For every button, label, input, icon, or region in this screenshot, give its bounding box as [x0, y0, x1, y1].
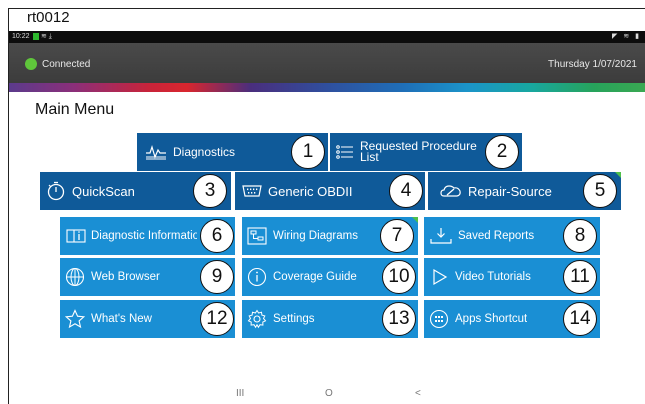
home-button[interactable]: O — [325, 388, 333, 399]
list-icon — [336, 145, 353, 159]
callout-badge-3: 3 — [193, 174, 227, 208]
apps-shortcut-label: Apps Shortcut — [455, 313, 528, 325]
globe-icon — [65, 267, 85, 287]
saved-reports-label: Saved Reports — [458, 230, 535, 242]
callout-badge-6: 6 — [200, 219, 234, 253]
download-tray-icon — [430, 228, 452, 244]
signal-battery-icons: ◤ ≋ ▮ — [612, 33, 641, 40]
info-circle-icon — [247, 267, 267, 287]
quickscan-label: QuickScan — [72, 183, 135, 199]
callout-badge-7: 7 — [380, 219, 414, 253]
diagnostic-information-label: Diagnostic Information — [91, 230, 197, 242]
diagnostics-label: Diagnostics — [173, 145, 236, 159]
waveform-icon — [146, 145, 166, 160]
apps-grid-icon — [429, 309, 449, 329]
back-button[interactable]: < — [415, 388, 421, 399]
system-status-bar: 10:22 ≋ ⤓ ◤ ≋ ▮ — [9, 31, 645, 43]
download-icon: ⤓ — [48, 33, 52, 40]
repair-source-label: Repair-Source — [468, 183, 552, 199]
obd-connector-icon — [242, 185, 262, 197]
callout-badge-1: 1 — [291, 135, 325, 169]
coverage-guide-label: Coverage Guide — [273, 271, 357, 283]
book-info-icon — [66, 229, 86, 243]
clock: 10:22 — [12, 33, 30, 40]
play-icon — [433, 268, 448, 286]
requested-procedure-label-line2: List — [360, 150, 379, 163]
callout-badge-8: 8 — [563, 219, 597, 253]
page-title: Main Menu — [35, 101, 115, 118]
document-label: rt0012 — [27, 9, 70, 26]
generic-obdii-label: Generic OBDII — [268, 183, 353, 199]
app-notification-icon — [33, 32, 39, 40]
video-tutorials-label: Video Tutorials — [455, 271, 531, 283]
wifi-notification-icon: ≋ — [40, 33, 47, 40]
recents-button[interactable]: III — [236, 388, 244, 399]
wrench-cloud-icon — [440, 185, 461, 197]
callout-badge-12: 12 — [200, 302, 234, 336]
callout-badge-5: 5 — [583, 174, 617, 208]
callout-badge-9: 9 — [200, 260, 234, 294]
stopwatch-icon — [47, 181, 65, 201]
wiring-diagrams-label: Wiring Diagrams — [273, 230, 358, 242]
current-date: Thursday 1/07/2021 — [548, 59, 637, 70]
callout-badge-2: 2 — [485, 135, 519, 169]
settings-label: Settings — [273, 313, 315, 325]
callout-badge-11: 11 — [563, 260, 597, 294]
requested-procedure-label: Requested Procedure List — [360, 141, 480, 163]
callout-badge-13: 13 — [382, 302, 416, 336]
wiring-diagram-icon — [247, 227, 267, 245]
status-header: Connected Thursday 1/07/2021 — [9, 43, 645, 83]
star-icon — [65, 309, 85, 329]
gear-icon — [247, 309, 267, 329]
callout-badge-14: 14 — [563, 302, 597, 336]
connected-indicator-icon — [25, 58, 37, 70]
callout-badge-10: 10 — [382, 260, 416, 294]
whats-new-label: What's New — [91, 313, 152, 325]
callout-badge-4: 4 — [389, 174, 423, 208]
new-indicator-icon — [615, 172, 621, 178]
brand-color-stripe — [9, 83, 645, 92]
notification-icons: ≋ ⤓ — [33, 32, 52, 41]
web-browser-label: Web Browser — [91, 271, 160, 283]
connection-status: Connected — [42, 59, 91, 70]
new-indicator-icon — [412, 217, 418, 223]
